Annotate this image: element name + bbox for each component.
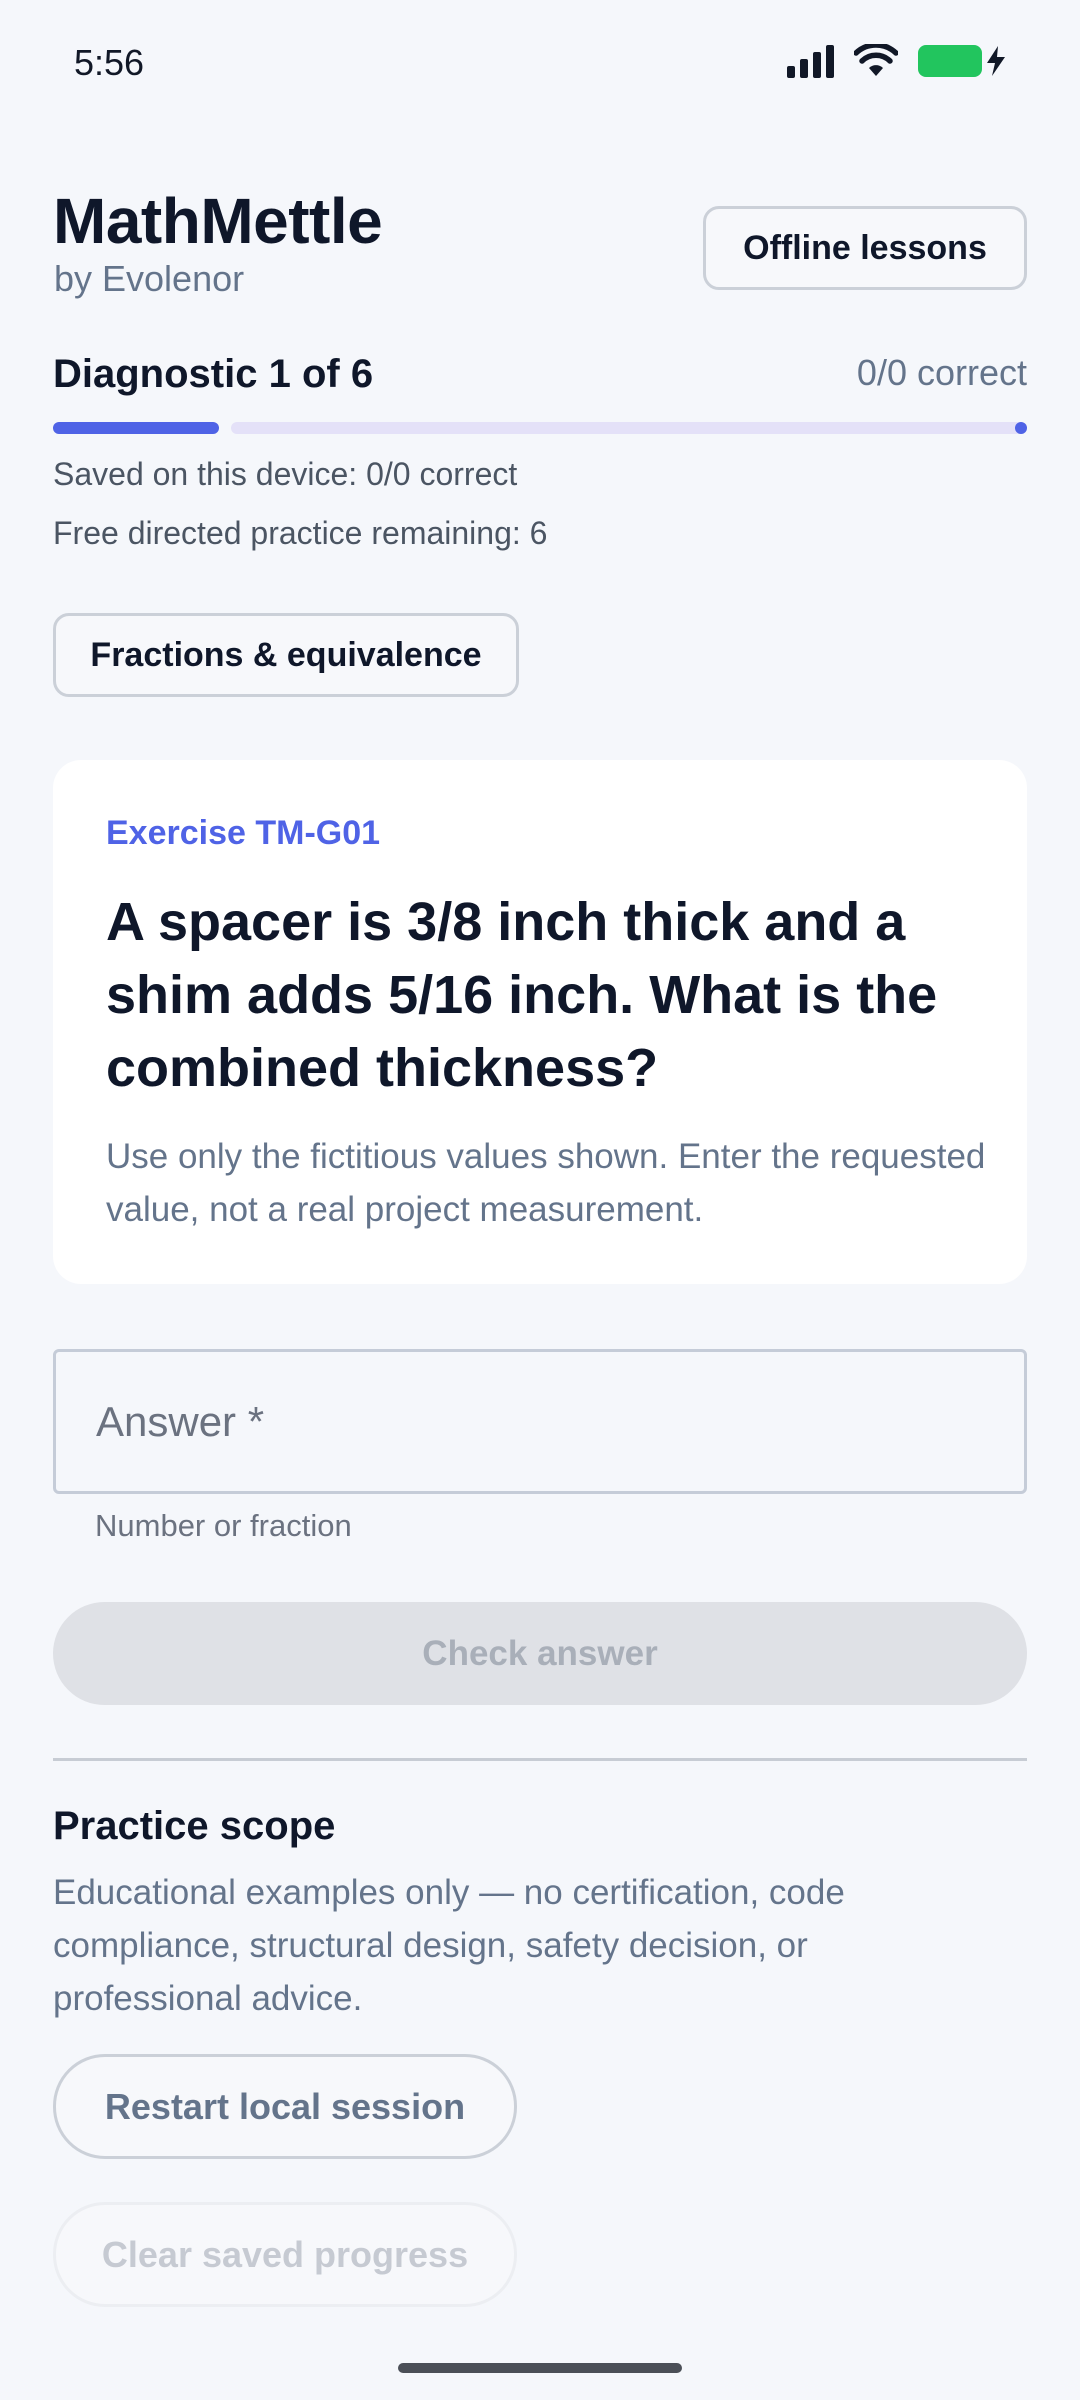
progress-remaining	[231, 422, 1027, 434]
question-note: Use only the fictitious values shown. En…	[106, 1137, 986, 1229]
divider	[53, 1758, 1027, 1761]
progress-bar	[53, 422, 1027, 434]
battery-level	[918, 45, 982, 77]
restart-session-button[interactable]: Restart local session	[53, 2054, 517, 2159]
topic-chip[interactable]: Fractions & equivalence	[53, 613, 519, 697]
question-card: Exercise TM-G01 A spacer is 3/8 inch thi…	[53, 760, 1027, 1284]
practice-scope-text: Educational examples only — no certifica…	[53, 1873, 845, 2018]
question-text: A spacer is 3/8 inch thick and a shim ad…	[106, 892, 938, 1098]
screen: 5:56 MathMettle by Evolenor Offline less…	[0, 0, 1080, 2400]
check-answer-button[interactable]: Check answer	[53, 1602, 1027, 1705]
diagnostic-label: Diagnostic 1 of 6	[53, 352, 374, 396]
status-bar: 5:56	[0, 0, 1080, 130]
answer-helper-text: Number or fraction	[95, 1508, 352, 1543]
signal-icon	[787, 44, 834, 78]
charging-bolt-icon	[987, 46, 1005, 76]
practice-scope-title: Practice scope	[53, 1804, 336, 1848]
battery-charging-icon	[918, 45, 1006, 77]
status-icons	[787, 44, 1006, 78]
progress-end-dot	[1015, 422, 1027, 434]
progress-fill	[53, 422, 219, 434]
status-time: 5:56	[74, 42, 145, 83]
app-subtitle: by Evolenor	[54, 258, 245, 299]
free-practice-text: Free directed practice remaining: 6	[53, 515, 548, 551]
wifi-icon	[854, 44, 898, 76]
exercise-id: Exercise TM-G01	[106, 814, 381, 852]
correct-count: 0/0 correct	[856, 352, 1027, 393]
clear-progress-button[interactable]: Clear saved progress	[53, 2202, 517, 2307]
saved-status-text: Saved on this device: 0/0 correct	[53, 456, 518, 492]
home-indicator[interactable]	[398, 2363, 682, 2373]
offline-lessons-button[interactable]: Offline lessons	[703, 206, 1027, 290]
answer-input[interactable]	[53, 1349, 1027, 1494]
app-title: MathMettle	[53, 185, 383, 257]
